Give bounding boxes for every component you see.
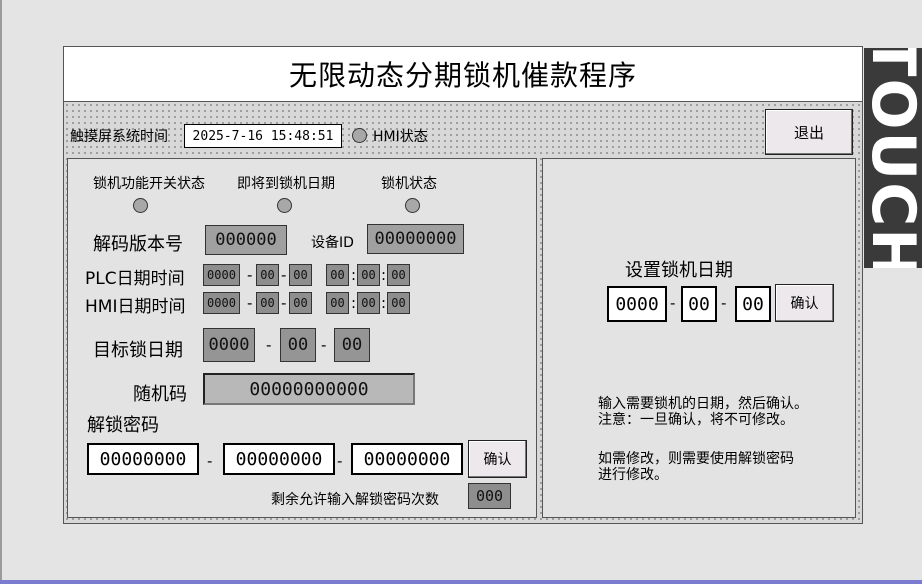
brand-strip: TOUCH (864, 48, 922, 268)
hmi-datetime-label: HMI日期时间 (85, 297, 186, 317)
hmi-colon-2: : (381, 294, 387, 312)
plc-dash-1: - (247, 266, 253, 284)
target-dash-1: - (266, 336, 272, 354)
set-month-field[interactable]: 00 (681, 286, 717, 322)
system-time-label: 触摸屏系统时间 (70, 129, 168, 145)
unlock-dash-1: - (207, 452, 213, 470)
hmi-year-field: 0000 (203, 292, 240, 314)
decode-version-label: 解码版本号 (93, 234, 183, 255)
random-code-label: 随机码 (133, 384, 187, 405)
hmi-hour-field: 00 (326, 292, 349, 314)
window-left-edge (0, 0, 2, 584)
target-dash-2: - (321, 336, 327, 354)
unlock-password-label: 解锁密码 (87, 415, 159, 436)
window-bottom-edge (0, 580, 922, 584)
device-id-field: 00000000 (367, 224, 464, 254)
exit-button[interactable]: 退出 (765, 109, 853, 155)
plc-datetime-label: PLC日期时间 (85, 269, 185, 289)
decode-version-field: 000000 (205, 225, 287, 255)
set-dash-2: - (721, 294, 727, 312)
lock-switch-status-label: 锁机功能开关状态 (93, 176, 205, 192)
plc-minute-field: 00 (357, 264, 380, 286)
lock-status-lamp (405, 198, 420, 213)
hmi-status-lamp (352, 128, 367, 143)
brand-text: TOUCH (864, 48, 922, 268)
random-code-field: 00000000000 (203, 373, 415, 405)
plc-dash-2: - (281, 266, 287, 284)
lock-switch-lamp (133, 198, 148, 213)
hmi-colon-1: : (351, 294, 357, 312)
remaining-attempts-label: 剩余允许输入解锁密码次数 (271, 492, 439, 508)
unlock-dash-2: - (337, 452, 343, 470)
hmi-day-field: 00 (289, 292, 312, 314)
hmi-dash-2: - (281, 294, 287, 312)
target-month-field: 00 (280, 328, 316, 362)
hmi-second-field: 00 (387, 292, 410, 314)
unlock-password-field-1[interactable]: 00000000 (87, 443, 199, 475)
remaining-attempts-field: 000 (468, 483, 511, 509)
plc-month-field: 00 (256, 264, 279, 286)
set-lock-date-label: 设置锁机日期 (625, 260, 733, 281)
plc-year-field: 0000 (203, 264, 240, 286)
note-1-line-2: 注意：一旦确认，将不可修改。 (598, 412, 794, 428)
hmi-minute-field: 00 (357, 292, 380, 314)
plc-colon-2: : (381, 266, 387, 284)
target-lock-date-label: 目标锁日期 (93, 340, 183, 361)
plc-hour-field: 00 (326, 264, 349, 286)
set-dash-1: - (670, 294, 676, 312)
plc-second-field: 00 (387, 264, 410, 286)
hmi-status-label: HMI状态 (373, 129, 428, 145)
plc-colon-1: : (351, 266, 357, 284)
upcoming-lock-lamp (277, 198, 292, 213)
upcoming-lock-date-label: 即将到锁机日期 (237, 176, 335, 192)
plc-day-field: 00 (289, 264, 312, 286)
unlock-password-field-2[interactable]: 00000000 (223, 443, 335, 475)
hmi-month-field: 00 (256, 292, 279, 314)
target-day-field: 00 (334, 328, 370, 362)
note-2-line-2: 进行修改。 (598, 467, 668, 483)
hmi-dash-1: - (247, 294, 253, 312)
set-date-confirm-button[interactable]: 确认 (775, 284, 834, 322)
lock-status-label: 锁机状态 (381, 176, 437, 192)
set-day-field[interactable]: 00 (735, 286, 771, 322)
unlock-confirm-button[interactable]: 确认 (468, 440, 527, 478)
target-year-field: 0000 (203, 328, 255, 362)
unlock-password-field-3[interactable]: 00000000 (351, 443, 463, 475)
system-time-field: 2025-7-16 15:48:51 (184, 124, 342, 148)
set-year-field[interactable]: 0000 (607, 286, 667, 322)
device-id-label: 设备ID (311, 235, 354, 251)
page-title: 无限动态分期锁机催款程序 (63, 46, 863, 102)
